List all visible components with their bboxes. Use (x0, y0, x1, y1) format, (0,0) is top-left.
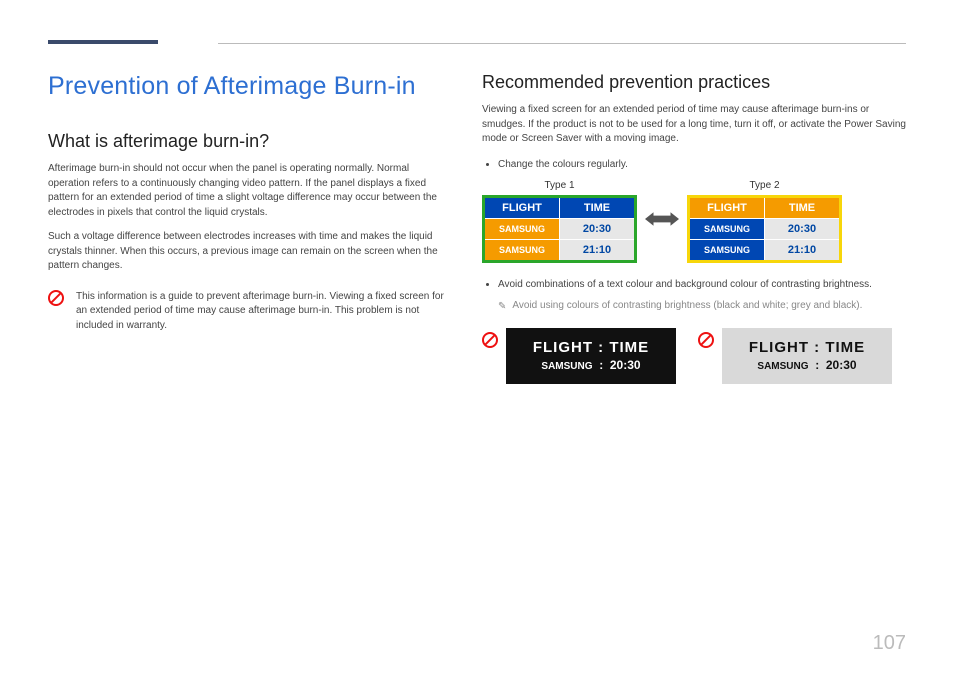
panel-dark-time: 20:30 (610, 358, 641, 372)
type2-label: Type 2 (687, 180, 842, 191)
t2-r2c2: 21:10 (765, 239, 841, 261)
contrast-example-dark: FLIGHT : TIME SAMSUNG : 20:30 (482, 328, 676, 384)
flight-table-type1: FLIGHT TIME SAMSUNG 20:30 SAMSUNG 21:10 (482, 195, 637, 263)
double-arrow-icon (645, 210, 679, 233)
bullet-change-colours: Change the colours regularly. (498, 157, 906, 172)
t2-header-flight: FLIGHT (689, 196, 765, 218)
example-panel-light: FLIGHT : TIME SAMSUNG : 20:30 (722, 328, 892, 384)
t1-header-flight: FLIGHT (484, 196, 560, 218)
panel-light-row1: FLIGHT : TIME (749, 339, 865, 356)
panel-light-label: SAMSUNG (757, 361, 808, 372)
type1-label: Type 1 (482, 180, 637, 191)
t1-r2c1: SAMSUNG (484, 239, 560, 261)
prohibit-icon (698, 332, 714, 348)
t1-header-time: TIME (560, 196, 636, 218)
warranty-note-text: This information is a guide to prevent a… (76, 290, 446, 334)
type1-column: Type 1 FLIGHT TIME SAMSUNG 20:30 SAMSUNG… (482, 180, 637, 263)
type-comparison-row: Type 1 FLIGHT TIME SAMSUNG 20:30 SAMSUNG… (482, 180, 906, 263)
bullet-avoid-contrast: Avoid combinations of a text colour and … (498, 277, 906, 292)
page-number: 107 (873, 632, 906, 655)
header-rule-thin (218, 43, 906, 44)
contrast-example-light: FLIGHT : TIME SAMSUNG : 20:30 (698, 328, 892, 384)
t1-r1c2: 20:30 (560, 218, 636, 239)
right-para-1: Viewing a fixed screen for an extended p… (482, 103, 906, 147)
t2-r2c1: SAMSUNG (689, 239, 765, 261)
left-para-1: Afterimage burn-in should not occur when… (48, 162, 446, 220)
prohibit-icon (48, 290, 64, 306)
panel-dark-row2: SAMSUNG : 20:30 (541, 358, 640, 372)
pencil-note-text: Avoid using colours of contrasting brigh… (512, 300, 862, 311)
pencil-note: ✎ Avoid using colours of contrasting bri… (482, 300, 906, 314)
t1-r1c1: SAMSUNG (484, 218, 560, 239)
contrast-examples-row: FLIGHT : TIME SAMSUNG : 20:30 FLIGHT : T… (482, 328, 906, 384)
page-title: Prevention of Afterimage Burn-in (48, 72, 446, 101)
type2-column: Type 2 FLIGHT TIME SAMSUNG 20:30 SAMSUNG… (687, 180, 842, 263)
panel-dark-label: SAMSUNG (541, 361, 592, 372)
pencil-icon: ✎ (498, 300, 506, 314)
left-heading: What is afterimage burn-in? (48, 131, 446, 152)
right-column: Recommended prevention practices Viewing… (482, 72, 906, 384)
panel-light-sep: : (815, 358, 819, 372)
left-column: Prevention of Afterimage Burn-in What is… (48, 72, 446, 384)
panel-dark-row1: FLIGHT : TIME (533, 339, 649, 356)
warranty-note: This information is a guide to prevent a… (48, 290, 446, 334)
flight-table-type2: FLIGHT TIME SAMSUNG 20:30 SAMSUNG 21:10 (687, 195, 842, 263)
example-panel-dark: FLIGHT : TIME SAMSUNG : 20:30 (506, 328, 676, 384)
panel-light-time: 20:30 (826, 358, 857, 372)
t2-r1c2: 20:30 (765, 218, 841, 239)
t2-header-time: TIME (765, 196, 841, 218)
right-heading: Recommended prevention practices (482, 72, 906, 93)
t1-r2c2: 21:10 (560, 239, 636, 261)
bullet-list-2: Avoid combinations of a text colour and … (482, 277, 906, 292)
header-rule (48, 40, 906, 44)
t2-r1c1: SAMSUNG (689, 218, 765, 239)
bullet-list-1: Change the colours regularly. (482, 157, 906, 172)
header-rule-thick (48, 40, 158, 44)
left-para-2: Such a voltage difference between electr… (48, 230, 446, 274)
panel-light-row2: SAMSUNG : 20:30 (757, 358, 856, 372)
prohibit-icon (482, 332, 498, 348)
content-columns: Prevention of Afterimage Burn-in What is… (48, 72, 906, 384)
panel-dark-sep: : (599, 358, 603, 372)
